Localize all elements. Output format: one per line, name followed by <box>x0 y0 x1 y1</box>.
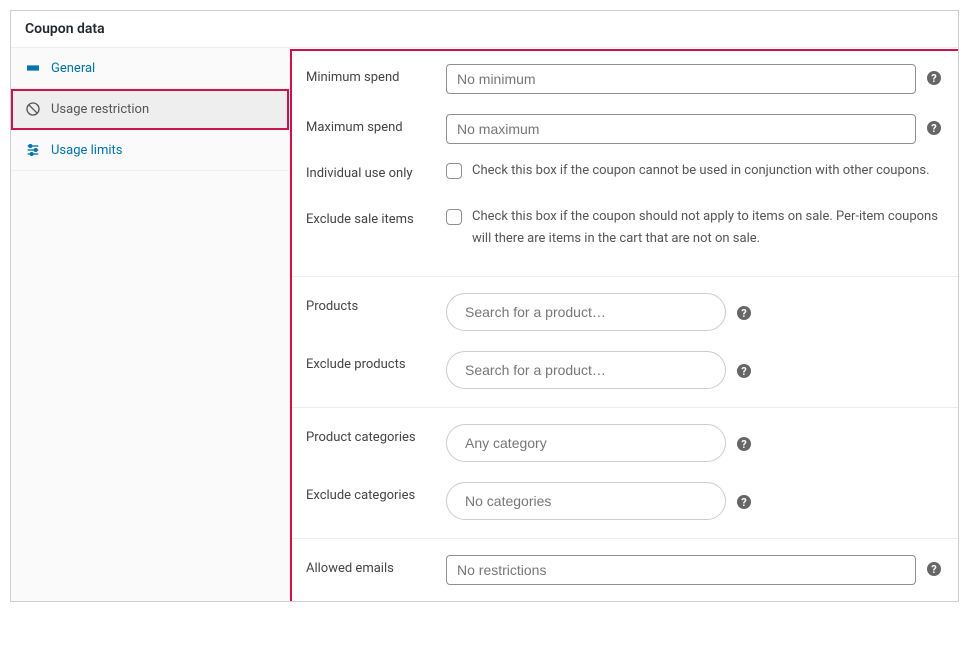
help-icon[interactable]: ? <box>736 305 752 321</box>
tab-label: General <box>51 61 95 76</box>
tab-general[interactable]: General <box>11 48 289 89</box>
individual-use-checkbox[interactable] <box>446 163 462 179</box>
sliders-icon <box>25 142 41 158</box>
help-icon[interactable]: ? <box>926 561 942 577</box>
coupon-tabs-sidebar: General Usage restriction Usage limits <box>11 48 290 601</box>
min-spend-input[interactable] <box>446 64 916 94</box>
help-icon[interactable]: ? <box>736 436 752 452</box>
row-exclude-products: Exclude products ? <box>290 335 958 393</box>
tab-label: Usage limits <box>51 143 122 158</box>
row-min-spend: Minimum spend ? <box>290 48 958 98</box>
tab-label: Usage restriction <box>51 102 149 117</box>
label-exclude-categories: Exclude categories <box>306 482 446 503</box>
help-icon[interactable]: ? <box>926 120 942 136</box>
exclude-categories-input[interactable] <box>446 482 726 520</box>
individual-use-desc: Check this box if the coupon cannot be u… <box>472 160 930 182</box>
products-input[interactable] <box>446 293 726 331</box>
row-product-categories: Product categories ? <box>290 408 958 466</box>
row-allowed-emails: Allowed emails ? <box>290 539 958 601</box>
svg-text:?: ? <box>931 563 937 576</box>
exclude-sale-checkbox[interactable] <box>446 209 462 225</box>
svg-text:?: ? <box>931 122 937 135</box>
svg-text:?: ? <box>931 72 937 85</box>
svg-text:?: ? <box>741 496 747 509</box>
row-max-spend: Maximum spend ? <box>290 98 958 148</box>
tab-usage-restriction[interactable]: Usage restriction <box>11 89 289 130</box>
label-allowed-emails: Allowed emails <box>306 555 446 576</box>
svg-text:?: ? <box>741 307 747 320</box>
product-categories-input[interactable] <box>446 424 726 462</box>
svg-text:?: ? <box>741 365 747 378</box>
exclude-products-input[interactable] <box>446 351 726 389</box>
row-individual-use: Individual use only Check this box if th… <box>290 148 958 194</box>
label-individual-use: Individual use only <box>306 160 446 181</box>
coupon-data-panel: Coupon data General Usage restriction Us… <box>10 10 959 602</box>
tab-usage-limits[interactable]: Usage limits <box>11 130 289 171</box>
allowed-emails-input[interactable] <box>446 555 916 585</box>
exclude-sale-desc: Check this box if the coupon should not … <box>472 206 948 250</box>
panel-body: General Usage restriction Usage limits M… <box>11 48 958 601</box>
ban-icon <box>25 101 41 117</box>
svg-text:?: ? <box>741 438 747 451</box>
label-max-spend: Maximum spend <box>306 114 446 135</box>
label-min-spend: Minimum spend <box>306 64 446 85</box>
panel-title: Coupon data <box>11 11 958 48</box>
row-exclude-sale: Exclude sale items Check this box if the… <box>290 194 958 262</box>
row-exclude-categories: Exclude categories ? <box>290 466 958 524</box>
label-exclude-sale: Exclude sale items <box>306 206 446 227</box>
usage-restriction-content: Minimum spend ? Maximum spend ? <box>290 48 958 601</box>
help-icon[interactable]: ? <box>736 494 752 510</box>
row-products: Products ? <box>290 277 958 335</box>
ticket-icon <box>25 60 41 76</box>
max-spend-input[interactable] <box>446 114 916 144</box>
label-product-categories: Product categories <box>306 424 446 445</box>
label-products: Products <box>306 293 446 314</box>
help-icon[interactable]: ? <box>736 363 752 379</box>
help-icon[interactable]: ? <box>926 70 942 86</box>
label-exclude-products: Exclude products <box>306 351 446 372</box>
